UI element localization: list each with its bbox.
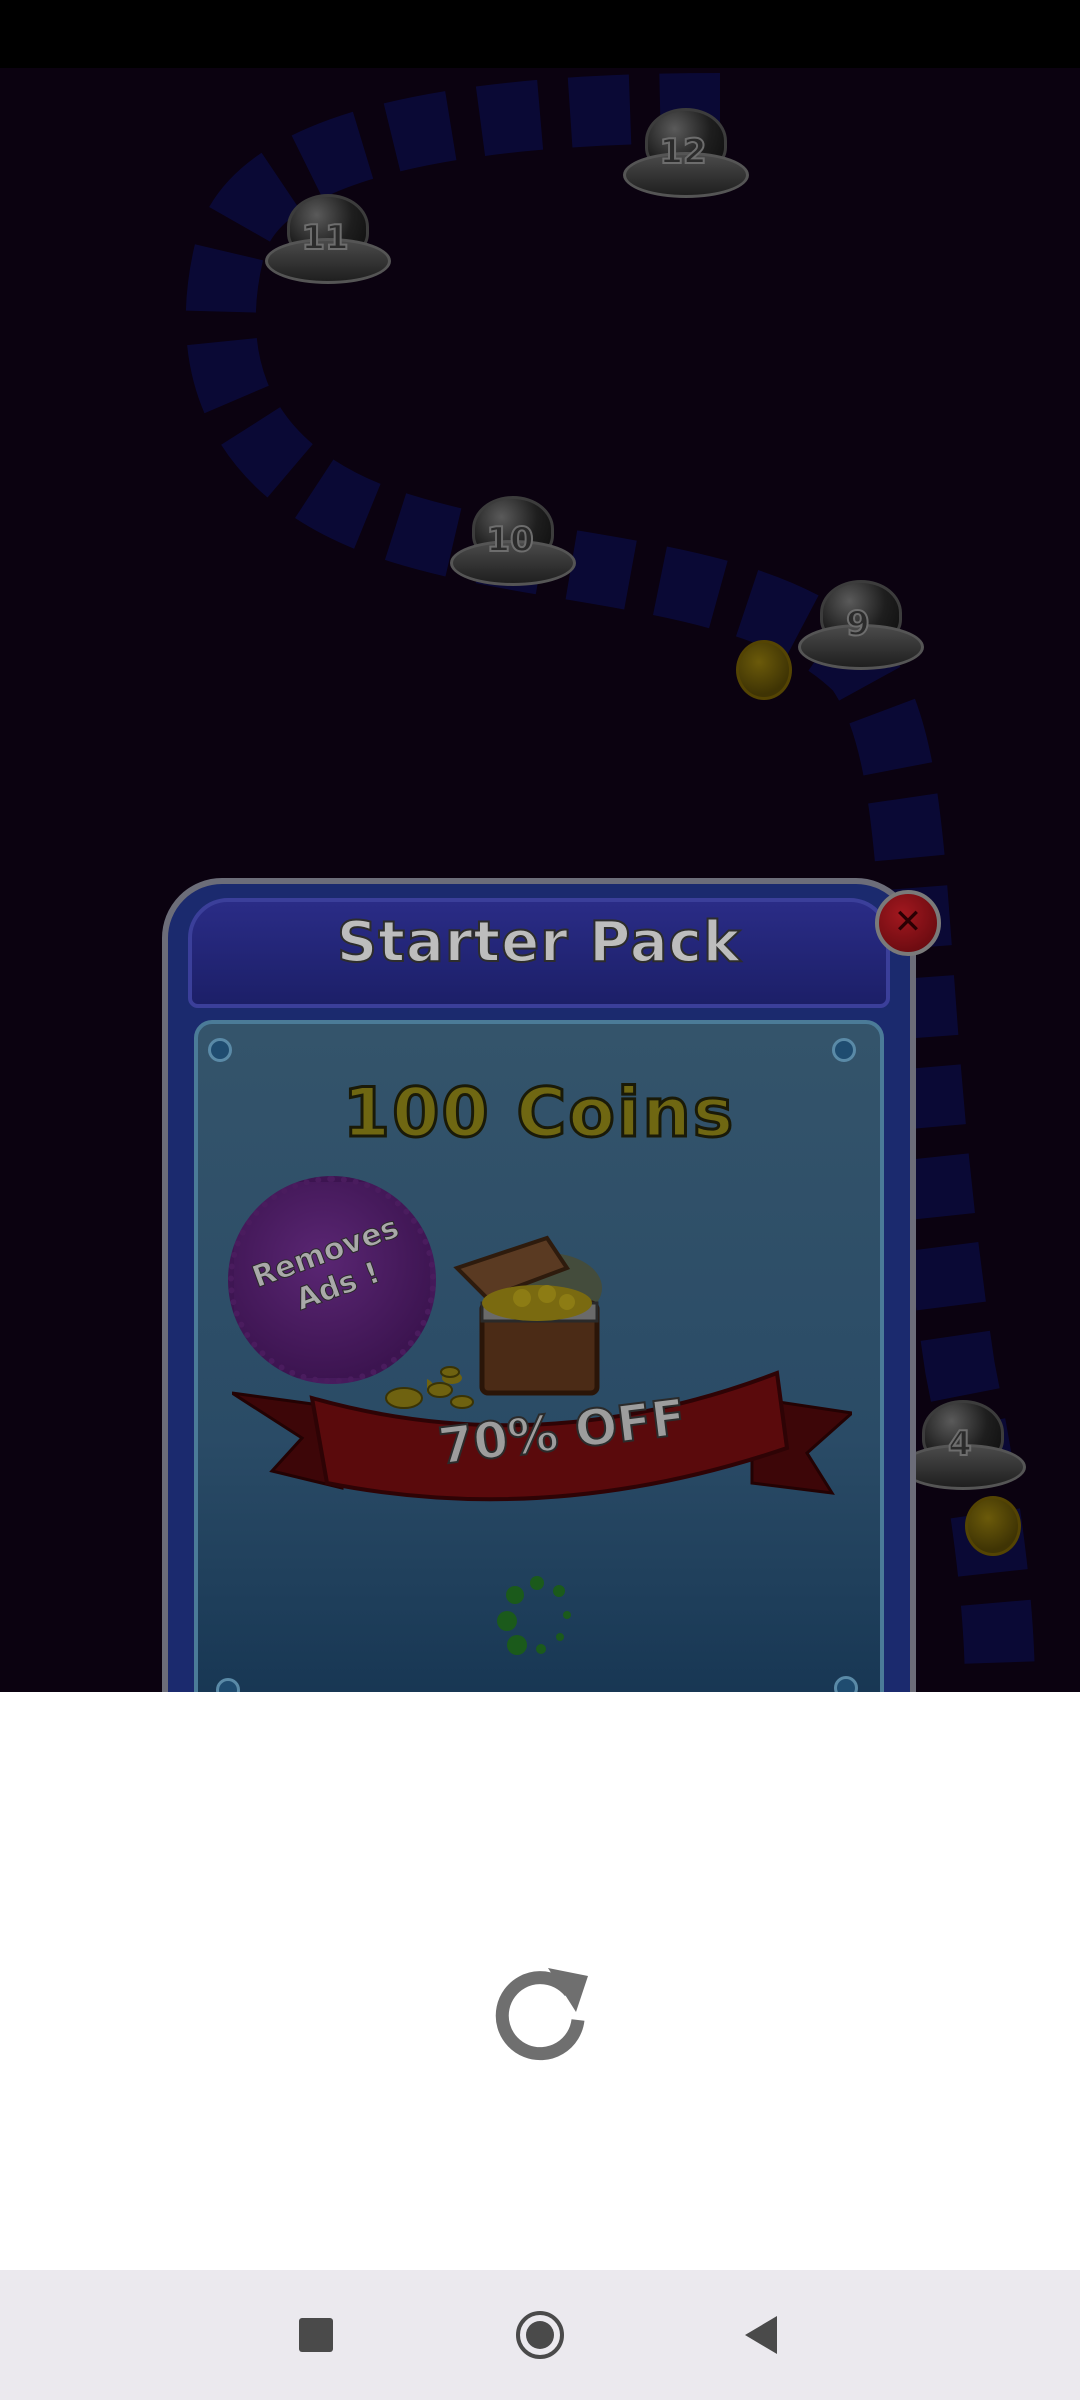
recents-button[interactable]: [289, 2308, 343, 2362]
rivet-icon: [832, 1038, 856, 1062]
game-map: 12 11 10 9 4 Starter Pack ✕ 100 Coins Re…: [0, 68, 1080, 1692]
level-node-4[interactable]: 4: [900, 1400, 1026, 1490]
status-bar: [0, 0, 1080, 68]
webview-loading-area: [0, 1692, 1080, 2270]
coin-icon: [736, 640, 792, 700]
navigation-bar: [0, 2270, 1080, 2400]
level-number: 10: [485, 519, 534, 561]
reload-icon[interactable]: [488, 1962, 592, 2066]
level-number: 4: [947, 1423, 973, 1465]
level-number: 12: [658, 131, 707, 173]
coins-amount-label: 100 Coins: [341, 1073, 736, 1155]
dialog-title: Starter Pack: [336, 909, 742, 976]
home-button[interactable]: [513, 2308, 567, 2362]
rivet-icon: [208, 1038, 232, 1062]
level-number: 9: [845, 603, 871, 645]
triangle-back-icon: [745, 2316, 777, 2354]
back-button[interactable]: [735, 2308, 789, 2362]
level-node-11[interactable]: 11: [265, 194, 391, 284]
spinner-icon: [497, 1576, 571, 1655]
level-node-9[interactable]: 9: [798, 580, 924, 670]
coin-icon: [965, 1496, 1021, 1556]
close-button[interactable]: ✕: [875, 890, 941, 956]
badge-label: Removes Ads !: [247, 1209, 404, 1318]
starter-pack-dialog: Starter Pack ✕ 100 Coins Removes Ads ! 7…: [162, 858, 941, 1692]
level-node-12[interactable]: 12: [623, 108, 749, 198]
level-number: 11: [300, 217, 349, 259]
square-icon: [299, 2318, 333, 2352]
level-node-10[interactable]: 10: [450, 496, 576, 586]
